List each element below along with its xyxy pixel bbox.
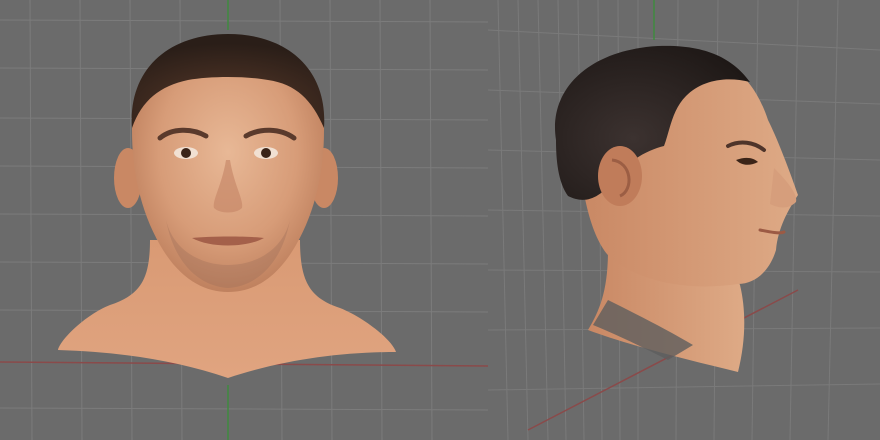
front-iris-left <box>181 148 191 158</box>
3d-editor-canvas[interactable] <box>0 0 880 440</box>
side-ear <box>598 146 642 206</box>
side-head-model[interactable] <box>554 45 798 372</box>
front-viewport[interactable] <box>0 0 488 440</box>
front-iris-right <box>261 148 271 158</box>
side-viewport-svg <box>488 0 880 440</box>
side-viewport[interactable] <box>488 0 880 440</box>
front-head-model[interactable] <box>58 34 396 378</box>
front-viewport-svg <box>0 0 488 440</box>
